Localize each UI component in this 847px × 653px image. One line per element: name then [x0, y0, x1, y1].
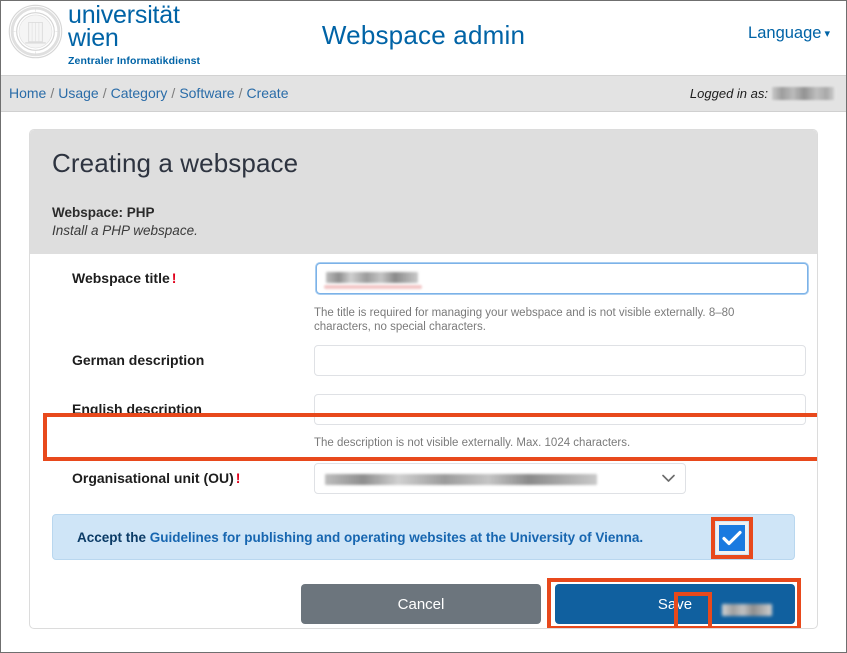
form-row-organisational-unit: Organisational unit (OU)! [52, 456, 795, 500]
english-description-input[interactable] [314, 393, 806, 425]
breadcrumb-item-usage[interactable]: Usage [58, 85, 98, 101]
form-row-english-description-help: The description is not visible externall… [52, 432, 795, 450]
webspace-title-value-redacted [326, 271, 418, 283]
form-row-german-description: German description [52, 334, 806, 386]
german-description-field-wrap [314, 344, 806, 376]
organisational-unit-field-wrap [314, 462, 795, 494]
chevron-down-icon[interactable] [651, 464, 685, 493]
breadcrumb-item-category[interactable]: Category [111, 85, 168, 101]
breadcrumb-separator: / [171, 85, 176, 101]
card-title: Creating a webspace [52, 148, 299, 178]
breadcrumb-separator: / [102, 85, 107, 101]
breadcrumb: Home / Usage / Category / Software / Create [9, 85, 288, 101]
spellcheck-underline [324, 284, 422, 289]
checkmark-icon [722, 530, 742, 546]
language-menu[interactable]: Language ▾ [748, 24, 830, 43]
breadcrumb-item-home[interactable]: Home [9, 85, 46, 101]
logged-in-label: Logged in as: [689, 86, 768, 101]
guidelines-banner: Accept the Guidelines for publishing and… [52, 514, 795, 560]
required-marker: ! [171, 270, 177, 286]
organisational-unit-extra-redacted [722, 604, 772, 616]
breadcrumb-bar: Home / Usage / Category / Software / Create Logg… [1, 76, 846, 112]
form-row-english-description: English description [52, 386, 806, 432]
breadcrumb-item-software[interactable]: Software [179, 85, 234, 101]
app-page: universität wien Zentraler Informatikdie… [0, 0, 847, 653]
webspace-form: Webspace title! The title is required fo… [30, 254, 817, 500]
webspace-title-help-wrap: The title is required for managing your … [314, 302, 795, 334]
webspace-title-label: Webspace title! [52, 270, 314, 286]
guidelines-text: Accept the Guidelines for publishing and… [77, 530, 643, 545]
webspace-title-label-text: Webspace title [72, 270, 170, 286]
cancel-button[interactable]: Cancel [301, 584, 541, 624]
webspace-title-field-wrap [314, 262, 808, 294]
card-wrapper: Creating a webspace Webspace: PHP Instal… [1, 112, 846, 629]
breadcrumb-separator: / [238, 85, 243, 101]
english-description-label: English description [72, 401, 202, 417]
form-actions: Cancel Save [30, 578, 817, 628]
required-marker: ! [235, 470, 241, 486]
breadcrumb-item-create[interactable]: Create [246, 85, 288, 101]
logged-in-username-redacted [772, 87, 834, 100]
organisational-unit-value-redacted [325, 473, 597, 485]
guidelines-prefix: Accept the [77, 529, 150, 545]
english-description-help-wrap: The description is not visible externall… [314, 432, 795, 450]
creating-webspace-card: Creating a webspace Webspace: PHP Instal… [29, 129, 818, 629]
webspace-type-label: Webspace: PHP [52, 205, 155, 220]
accept-guidelines-checkbox[interactable] [716, 522, 748, 554]
german-description-label: German description [72, 352, 205, 368]
webspace-type-description: Install a PHP webspace. [52, 223, 198, 238]
webspace-title-help: The title is required for managing your … [314, 307, 735, 333]
english-description-field-wrap [314, 393, 806, 425]
form-row-webspace-title: Webspace title! [52, 254, 808, 302]
german-description-input[interactable] [314, 344, 806, 376]
organisational-unit-select[interactable] [314, 462, 686, 494]
top-header: universität wien Zentraler Informatikdie… [1, 1, 846, 76]
english-description-help: The description is not visible externall… [314, 437, 631, 449]
card-header: Creating a webspace Webspace: PHP Instal… [30, 130, 817, 254]
logged-in-status: Logged in as: [690, 86, 834, 101]
language-label: Language [748, 24, 822, 42]
brand-subtitle: Zentraler Informatikdienst [68, 55, 201, 67]
organisational-unit-label: Organisational unit (OU)! [52, 470, 314, 486]
form-row-webspace-title-help: The title is required for managing your … [52, 302, 795, 334]
organisational-unit-label-text: Organisational unit (OU) [72, 470, 234, 486]
chevron-down-icon: ▾ [824, 28, 830, 40]
guidelines-link[interactable]: Guidelines for publishing and operating … [150, 530, 643, 545]
breadcrumb-separator: / [50, 85, 55, 101]
page-title: Webspace admin [321, 20, 526, 50]
